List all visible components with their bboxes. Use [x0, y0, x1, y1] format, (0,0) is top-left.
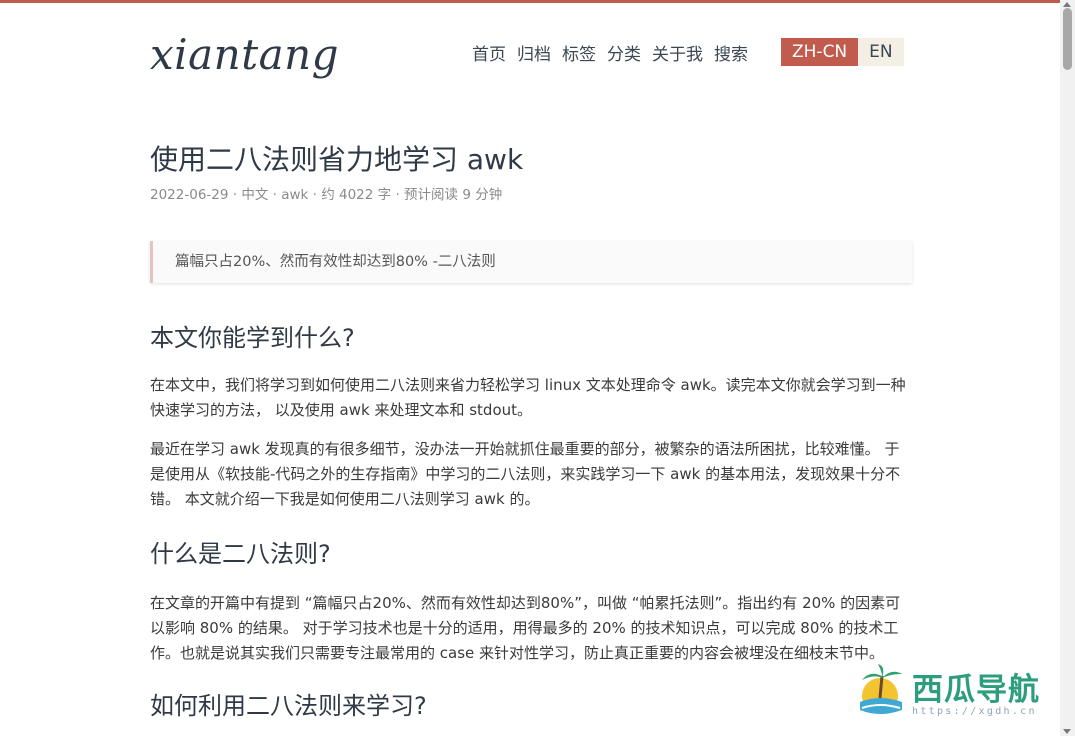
paragraph: 在文章的开篇中有提到 “篇幅只占20%、然而有效性却达到80%”，叫做 “帕累托… [150, 594, 901, 662]
section-heading: 什么是二八法则? [150, 540, 331, 568]
language-switcher: ZH-CN EN [781, 38, 904, 66]
site-logo[interactable]: xiantang [150, 30, 339, 79]
watermark-text: 西瓜导航 [912, 672, 1040, 708]
paragraph: 最近在学习 awk 发现真的有很多细节，没办法一开始就抓住最重要的部分，被繁杂的… [150, 440, 901, 508]
section-heading: 本文你能学到什么? [150, 324, 355, 352]
watermark-logo-icon [860, 664, 902, 714]
nav-about[interactable]: 关于我 [652, 40, 703, 65]
nav-home[interactable]: 首页 [472, 40, 506, 65]
post-epigraph: 篇幅只占20%、然而有效性却达到80% -二八法则 [150, 241, 912, 283]
post-meta: 2022-06-29 · 中文 · awk · 约 4022 字 · 预计阅读 … [150, 187, 503, 203]
lang-zh-cn[interactable]: ZH-CN [781, 38, 859, 66]
nav-search[interactable]: 搜索 [714, 40, 748, 65]
section-heading: 如何利用二八法则来学习? [150, 692, 427, 720]
post-content: 使用二八法则省力地学习 awk 2022-06-29 · 中文 · awk · … [150, 140, 912, 723]
nav-archive[interactable]: 归档 [517, 40, 551, 65]
vertical-scrollbar[interactable] [1060, 0, 1075, 736]
lang-en[interactable]: EN [858, 38, 904, 66]
paragraph: 在本文中，我们将学习到如何使用二八法则来省力轻松学习 linux 文本处理命令 … [150, 376, 906, 419]
scroll-down-arrow-icon[interactable] [1063, 729, 1071, 734]
post-title: 使用二八法则省力地学习 awk [150, 143, 524, 176]
main-nav: 首页 归档 标签 分类 关于我 搜索 [472, 40, 748, 65]
top-accent-bar [0, 0, 1060, 3]
scroll-up-arrow-icon[interactable] [1063, 2, 1071, 7]
scrollbar-thumb[interactable] [1063, 8, 1072, 70]
nav-categories[interactable]: 分类 [607, 40, 641, 65]
watermark-url: https://xgdh.cn [912, 706, 1037, 717]
watermark: 西瓜导航 https://xgdh.cn [852, 662, 1057, 722]
nav-tags[interactable]: 标签 [562, 40, 596, 65]
